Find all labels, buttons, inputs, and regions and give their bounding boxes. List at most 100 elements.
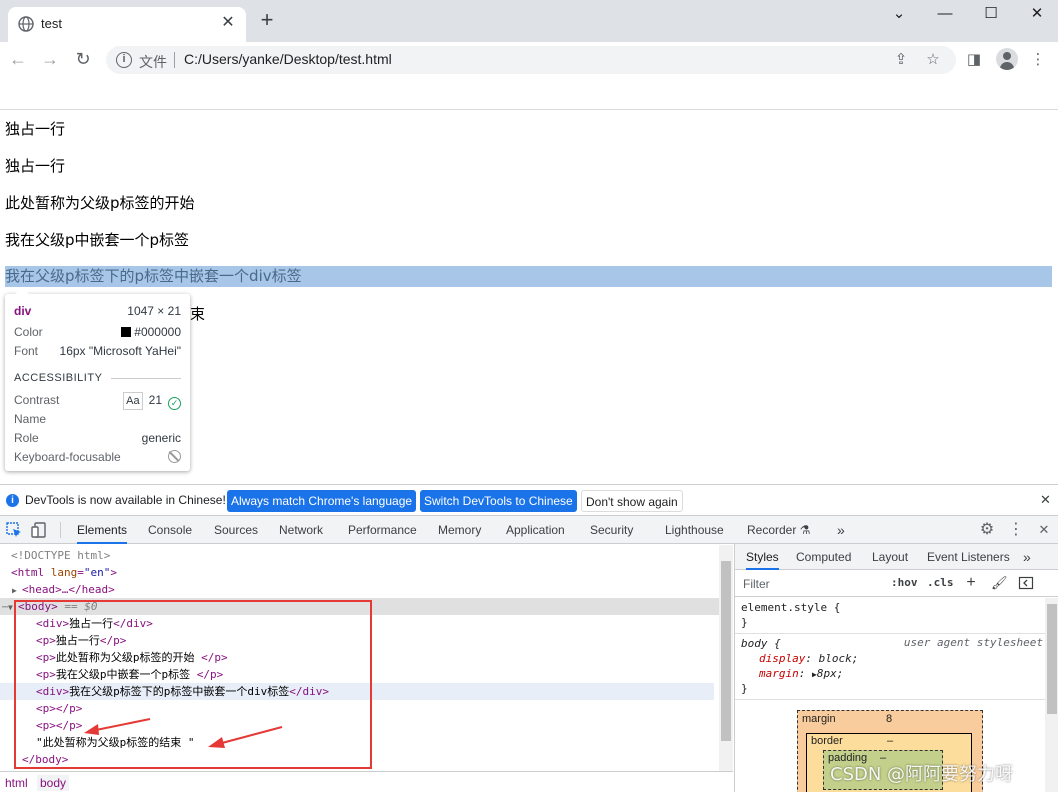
dom-child-node-hovered[interactable]: <div>我在父级p标签下的p标签中嵌套一个div标签</div>	[0, 683, 714, 700]
dom-body-close[interactable]: </body>	[0, 751, 720, 768]
tooltip-color-value: #000000	[134, 325, 181, 339]
dont-show-again-button[interactable]: Don't show again	[581, 490, 683, 512]
node-close-tag: </div>	[289, 685, 329, 698]
dom-body-node[interactable]: ⋯▼ <body> == $0	[0, 598, 720, 615]
more-tabs-icon[interactable]: »	[837, 516, 845, 544]
text-node-content: "此处暂称为父级p标签的结束 "	[36, 736, 195, 749]
html-tag-open: <html	[11, 566, 45, 579]
dom-head-node[interactable]: ▶ <head>…</head>	[0, 581, 720, 598]
html-attr-value: "en"	[83, 566, 111, 579]
tab-console[interactable]: Console	[148, 516, 192, 544]
dom-html-node[interactable]: <html lang="en">	[0, 564, 720, 581]
close-window-button[interactable]: ✕	[1014, 0, 1058, 30]
margin-declaration[interactable]: margin: ▶8px;	[759, 666, 843, 681]
forward-button[interactable]: →	[38, 48, 62, 72]
profile-avatar[interactable]	[996, 48, 1018, 70]
infobar-close-icon[interactable]: ✕	[1040, 492, 1051, 508]
toggle-sidebar-icon[interactable]	[1018, 575, 1034, 591]
body-tag-close: </body>	[22, 753, 69, 766]
ua-stylesheet-label: user agent stylesheet	[903, 636, 1043, 649]
dom-child-node[interactable]: <p>我在父级p中嵌套一个p标签 </p>	[0, 666, 720, 683]
hov-toggle[interactable]: :hov	[891, 576, 918, 589]
tab-performance[interactable]: Performance	[348, 516, 417, 544]
tab-computed[interactable]: Computed	[796, 544, 851, 570]
cls-toggle[interactable]: .cls	[927, 576, 954, 589]
share-icon[interactable]: ⇪	[892, 51, 910, 69]
reload-button[interactable]: ↻	[71, 48, 95, 72]
inspect-tooltip: div 1047 × 21 Color #000000 Font 16px "M…	[5, 287, 190, 471]
body-selector[interactable]: body {	[741, 636, 781, 651]
dom-scroll-thumb[interactable]	[721, 561, 731, 741]
tab-close-icon[interactable]: ✕	[218, 13, 238, 33]
node-text: 我在父级p标签下的p标签中嵌套一个div标签	[69, 685, 290, 698]
tab-security[interactable]: Security	[590, 516, 633, 544]
maximize-button[interactable]: ☐	[968, 0, 1014, 30]
new-tab-button[interactable]: +	[256, 9, 278, 32]
back-button[interactable]: ←	[6, 48, 30, 72]
address-bar[interactable]: i 文件 C:/Users/yanke/Desktop/test.html ⇪ …	[106, 46, 956, 74]
chrome-menu-icon[interactable]: ⋮	[1026, 48, 1050, 72]
rule-close-brace: }	[741, 682, 748, 695]
box-margin-value[interactable]: 8	[886, 713, 892, 725]
styles-scrollbar[interactable]	[1045, 598, 1058, 792]
tab-sources[interactable]: Sources	[214, 516, 258, 544]
dom-scrollbar[interactable]	[719, 545, 733, 771]
tab-layout[interactable]: Layout	[872, 544, 908, 570]
dom-child-node[interactable]: <p></p>	[0, 700, 720, 717]
tab-search-button[interactable]: ⌄	[876, 0, 922, 30]
breadcrumb-body[interactable]: body	[37, 775, 70, 791]
browser-tab[interactable]: test ✕	[8, 7, 246, 42]
match-language-button[interactable]: Always match Chrome's language	[227, 490, 417, 512]
devtools-close-icon[interactable]: ✕	[1035, 521, 1053, 539]
node-close-tag: </div>	[113, 617, 153, 630]
devtools-panel: i DevTools is now available in Chinese! …	[0, 484, 1058, 792]
expand-triangle-icon[interactable]: ▶	[12, 582, 22, 599]
inspected-element-highlight: 我在父级p标签下的p标签中嵌套一个div标签	[5, 266, 1052, 287]
minimize-button[interactable]: —	[922, 0, 968, 30]
paint-brush-icon[interactable]: 🖌	[991, 575, 1008, 591]
page-div-line: 我在父级p标签下的p标签中嵌套一个div标签	[5, 267, 302, 285]
margin-property: margin	[759, 667, 799, 680]
new-rule-plus-icon[interactable]: +	[963, 575, 979, 591]
bookmark-star-icon[interactable]: ☆	[924, 51, 942, 69]
node-open-tag: <p>	[36, 668, 56, 681]
globe-icon	[18, 16, 34, 32]
node-open-tag: <p>	[36, 651, 56, 664]
devtools-menu-icon[interactable]: ⋮	[1007, 521, 1025, 539]
side-panel-icon[interactable]: ◨	[962, 48, 986, 72]
tooltip-name-row: Name	[14, 411, 181, 427]
breadcrumb-html[interactable]: html	[2, 775, 31, 791]
tab-elements[interactable]: Elements	[77, 516, 128, 544]
styles-scroll-thumb[interactable]	[1047, 604, 1057, 714]
styles-filter-input[interactable]	[739, 574, 879, 594]
dom-child-node[interactable]: <p>独占一行</p>	[0, 632, 720, 649]
tab-styles[interactable]: Styles	[746, 544, 779, 570]
display-declaration[interactable]: display: block;	[759, 651, 858, 666]
check-circle-icon: ✓	[168, 397, 181, 410]
dom-child-node[interactable]: <p>此处暂称为父级p标签的开始 </p>	[0, 649, 720, 666]
tab-bar-divider	[60, 522, 61, 538]
collapse-triangle-icon[interactable]: ▼	[8, 599, 18, 616]
box-border-value[interactable]: –	[887, 735, 893, 747]
tab-application[interactable]: Application	[506, 516, 565, 544]
tooltip-keyboard-row: Keyboard-focusable	[14, 449, 181, 465]
device-toolbar-icon[interactable]	[31, 521, 49, 539]
dom-text-node[interactable]: "此处暂称为父级p标签的结束 "	[0, 734, 720, 751]
inspect-element-icon[interactable]	[5, 521, 23, 539]
tab-memory[interactable]: Memory	[438, 516, 481, 544]
tab-event-listeners[interactable]: Event Listeners	[927, 544, 1010, 570]
tooltip-role-value: generic	[141, 431, 181, 445]
url-text[interactable]: C:/Users/yanke/Desktop/test.html	[184, 51, 392, 67]
dom-doctype[interactable]: <!DOCTYPE html>	[0, 547, 720, 564]
tab-recorder[interactable]: Recorder ⚗	[747, 516, 810, 544]
styles-more-icon[interactable]: »	[1023, 544, 1031, 570]
switch-chinese-button[interactable]: Switch DevTools to Chinese	[420, 490, 577, 512]
dom-child-node[interactable]: <div>独占一行</div>	[0, 615, 720, 632]
element-style-selector[interactable]: element.style {	[741, 600, 840, 615]
tab-network[interactable]: Network	[279, 516, 323, 544]
tab-lighthouse[interactable]: Lighthouse	[665, 516, 724, 544]
settings-gear-icon[interactable]: ⚙	[978, 521, 996, 539]
site-info-icon[interactable]: i	[116, 52, 132, 68]
page-text-partial: 束	[190, 305, 206, 323]
dom-child-node[interactable]: <p></p>	[0, 717, 720, 734]
